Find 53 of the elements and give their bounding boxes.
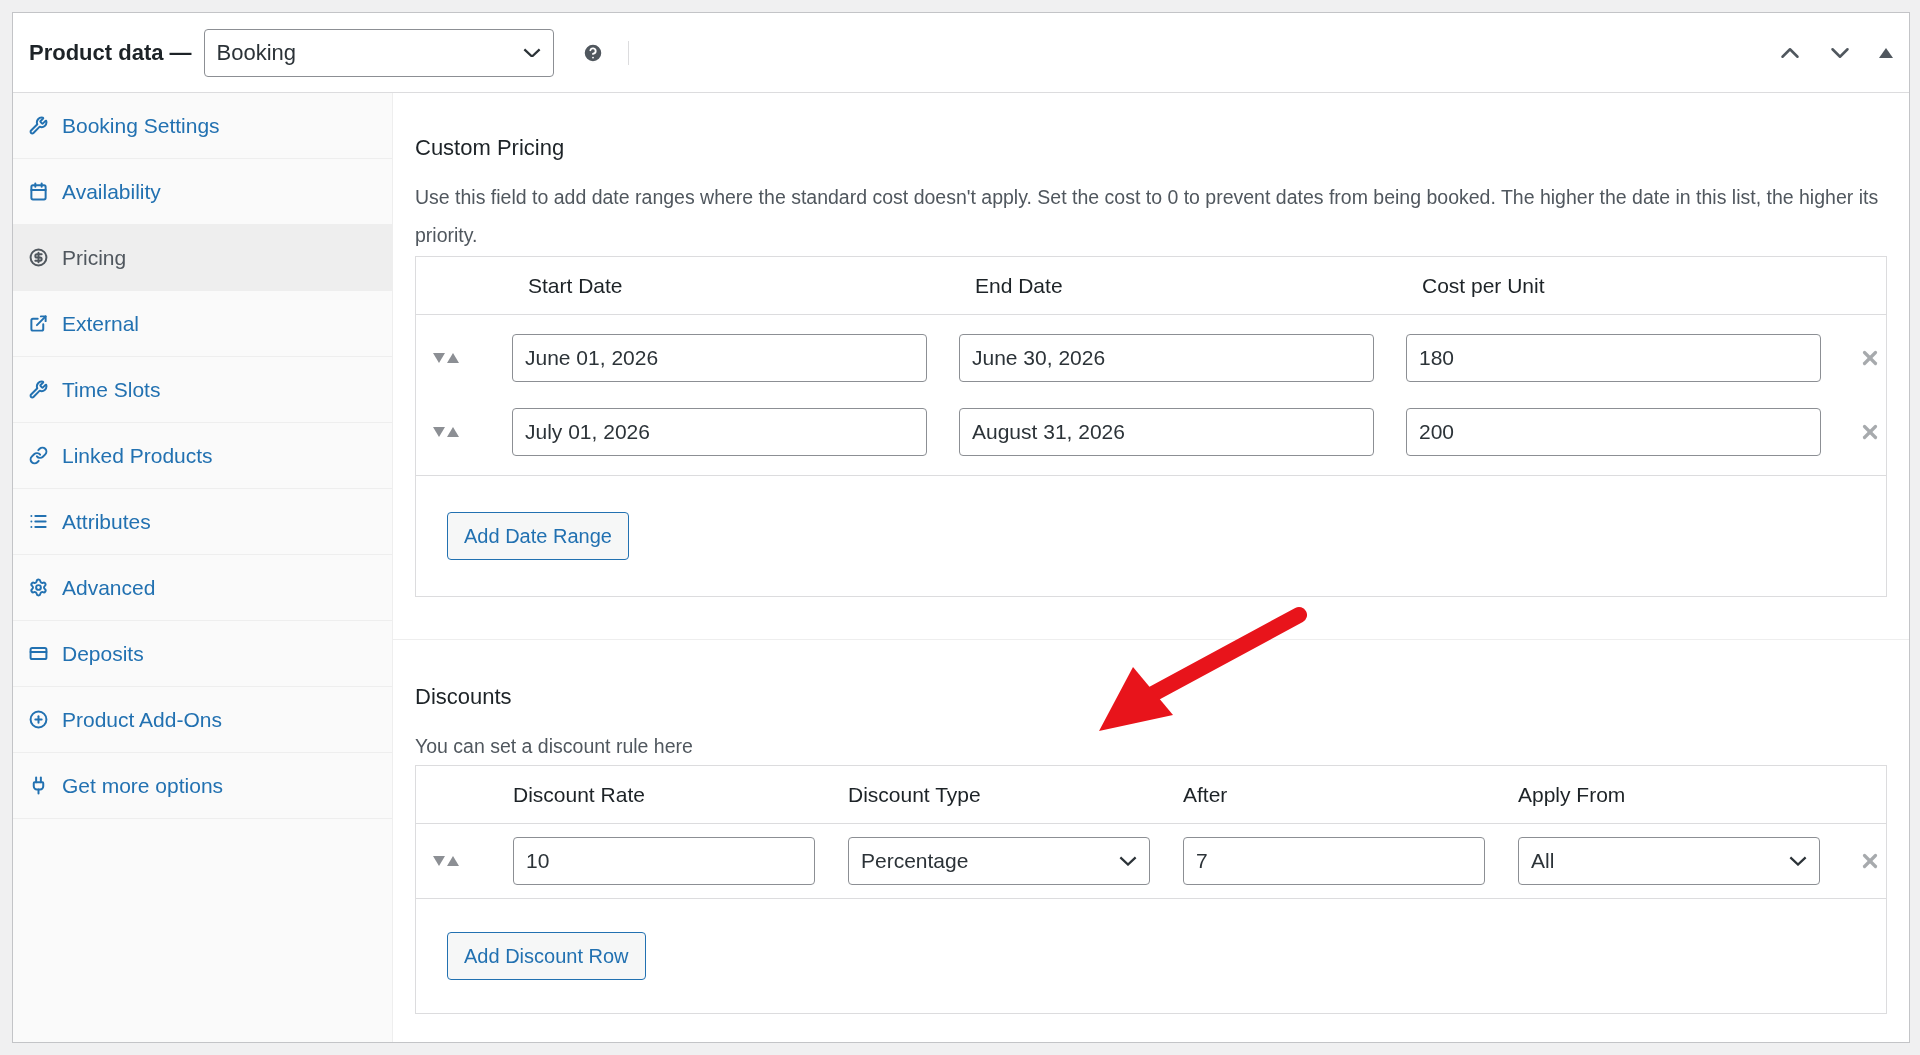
card-icon — [29, 644, 48, 663]
gear-icon — [29, 578, 48, 597]
sort-handle-icon[interactable] — [432, 351, 460, 365]
add-date-range-button[interactable]: Add Date Range — [447, 512, 629, 560]
chevron-down-icon — [1119, 856, 1137, 866]
sidebar-tab[interactable]: Product Add-Ons — [13, 687, 392, 753]
dollar-icon — [29, 248, 48, 267]
section-title: Custom Pricing — [415, 134, 566, 162]
sort-handle-icon[interactable] — [432, 425, 460, 439]
input-field[interactable]: 7 — [1183, 837, 1485, 885]
column-header: After — [1183, 781, 1229, 808]
sidebar-tab[interactable]: Get more options — [13, 753, 392, 819]
chevron-down-icon — [1789, 856, 1807, 866]
column-header: Cost per Unit — [1422, 272, 1546, 299]
select-field[interactable]: All — [1518, 837, 1820, 885]
column-header: End Date — [975, 272, 1064, 299]
column-header: Start Date — [528, 272, 624, 299]
sidebar-tab[interactable]: Time Slots — [13, 357, 392, 423]
section-description: Use this field to add date ranges where the standard cost doesn't apply. Set the cost to 0 to prevent dates from being booked. The higher the date in this list, the higher its priority. — [415, 185, 1880, 248]
product-type-select[interactable]: Booking — [203, 28, 554, 77]
wrench-icon — [29, 380, 48, 399]
input-field[interactable]: 200 — [1406, 408, 1821, 456]
section-description: You can set a discount rule here — [415, 734, 694, 759]
wrench-icon — [29, 116, 48, 135]
column-header: Discount Type — [848, 781, 982, 808]
input-field[interactable]: 10 — [513, 837, 815, 885]
select-field[interactable]: Percentage — [848, 837, 1150, 885]
sidebar-tab[interactable]: Attributes — [13, 489, 392, 555]
panel-title: Product data — — [29, 39, 192, 67]
link-icon — [29, 446, 48, 465]
sidebar-tab[interactable]: External — [13, 291, 392, 357]
calendar-icon — [29, 182, 48, 201]
sidebar-tab[interactable]: Advanced — [13, 555, 392, 621]
plus-circle-icon — [29, 710, 48, 729]
sidebar-tab[interactable]: Booking Settings — [13, 93, 392, 159]
column-header: Apply From — [1518, 781, 1627, 808]
column-header: Discount Rate — [513, 781, 646, 808]
sidebar-tab[interactable]: Linked Products — [13, 423, 392, 489]
add-discount-row-button[interactable]: Add Discount Row — [447, 932, 646, 980]
sidebar-tab[interactable]: Pricing — [13, 225, 392, 291]
sidebar-tab[interactable]: Deposits — [13, 621, 392, 687]
input-field[interactable]: 180 — [1406, 334, 1821, 382]
external-link-icon — [29, 314, 48, 333]
sort-handle-icon[interactable] — [432, 854, 460, 868]
input-field[interactable]: July 01, 2026 — [512, 408, 927, 456]
chevron-down-icon — [522, 47, 541, 58]
input-field[interactable]: August 31, 2026 — [959, 408, 1374, 456]
list-icon — [29, 512, 48, 531]
input-field[interactable]: June 30, 2026 — [959, 334, 1374, 382]
collapse-icon[interactable] — [1879, 47, 1893, 58]
input-field[interactable]: June 01, 2026 — [512, 334, 927, 382]
help-icon[interactable] — [581, 41, 604, 64]
section-title: Discounts — [415, 683, 513, 711]
